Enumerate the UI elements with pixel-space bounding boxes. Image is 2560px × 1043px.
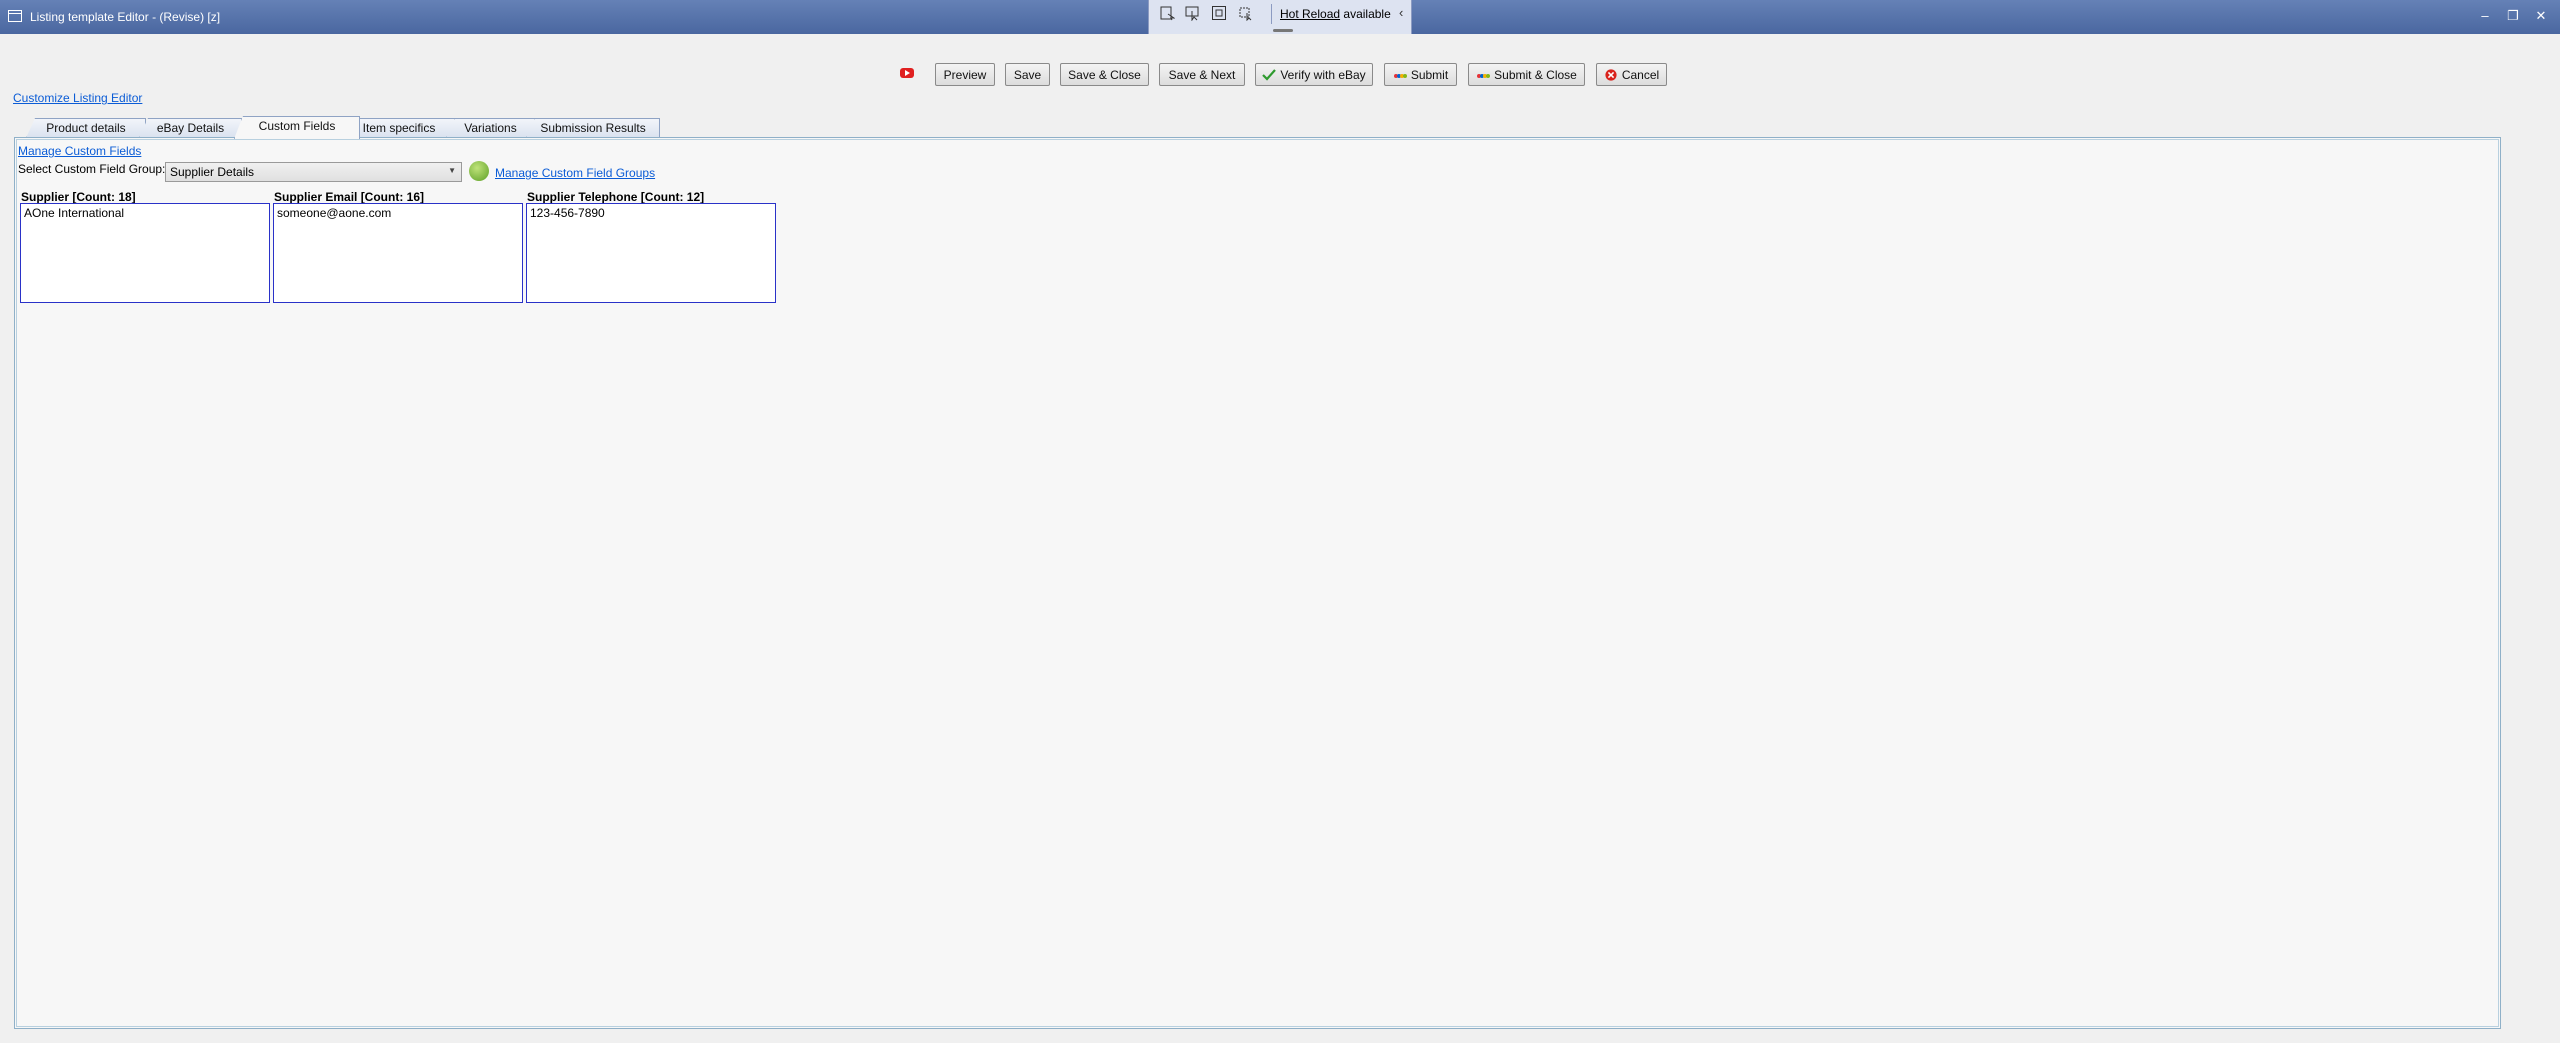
- chevron-down-icon: ▼: [448, 166, 456, 175]
- supplier-telephone-value: 123-456-7890: [530, 206, 605, 220]
- close-button[interactable]: ✕: [2532, 7, 2550, 25]
- window-icon: [8, 10, 22, 22]
- hot-reload-divider: [1271, 4, 1272, 24]
- save-next-label: Save & Next: [1168, 67, 1236, 82]
- save-next-button[interactable]: Save & Next: [1159, 63, 1245, 86]
- inspect-icon[interactable]: [1159, 5, 1175, 21]
- restore-button[interactable]: ❐: [2504, 7, 2522, 25]
- custom-field-group-select[interactable]: Supplier Details ▼: [165, 162, 462, 182]
- tab-label: Submission Results: [540, 121, 646, 135]
- supplier-email-value: someone@aone.com: [277, 206, 392, 220]
- cancel-button[interactable]: Cancel: [1596, 63, 1667, 86]
- tab-label: Variations: [464, 121, 517, 135]
- verify-label: Verify with eBay: [1280, 67, 1366, 82]
- supplier-value: AOne International: [24, 206, 125, 220]
- hot-reload-toolbar: Hot Reload available ‹: [1148, 0, 1412, 36]
- ebay-logo-icon: [1393, 73, 1407, 78]
- tab-ebay-details[interactable]: eBay Details: [139, 118, 242, 138]
- track-focus-icon[interactable]: [1237, 5, 1253, 21]
- tab-product-details[interactable]: Product details: [26, 118, 146, 138]
- tab-label: Product details: [46, 121, 126, 135]
- preview-label: Preview: [943, 67, 987, 82]
- minimize-button[interactable]: –: [2476, 7, 2494, 25]
- submit-button[interactable]: Submit: [1384, 63, 1457, 86]
- manage-custom-fields-link[interactable]: Manage Custom Fields: [18, 144, 141, 158]
- display-layout-icon[interactable]: [1211, 5, 1227, 21]
- supplier-field[interactable]: AOne International: [20, 203, 270, 303]
- checkmark-icon: [1262, 68, 1277, 81]
- supplier-email-field[interactable]: someone@aone.com: [273, 203, 523, 303]
- manage-custom-field-groups-link[interactable]: Manage Custom Field Groups: [495, 166, 655, 180]
- tab-label: Item specifics: [362, 121, 436, 135]
- submit-label: Submit: [1410, 67, 1449, 82]
- submit-close-button[interactable]: Submit & Close: [1468, 63, 1585, 86]
- save-close-button[interactable]: Save & Close: [1060, 63, 1149, 86]
- supplier-telephone-field[interactable]: 123-456-7890: [526, 203, 776, 303]
- save-close-label: Save & Close: [1068, 67, 1141, 82]
- save-button[interactable]: Save: [1005, 63, 1050, 86]
- youtube-icon[interactable]: [900, 68, 914, 78]
- supplier-label: Supplier [Count: 18]: [21, 190, 136, 204]
- tab-label: eBay Details: [156, 121, 225, 135]
- supplier-email-label: Supplier Email [Count: 16]: [274, 190, 425, 204]
- refresh-groups-icon[interactable]: [469, 161, 489, 181]
- window-title: Listing template Editor - (Revise) [z]: [30, 10, 221, 24]
- tab-variations[interactable]: Variations: [446, 118, 535, 138]
- customize-listing-editor-link[interactable]: Customize Listing Editor: [13, 91, 142, 105]
- verify-with-ebay-button[interactable]: Verify with eBay: [1255, 63, 1373, 86]
- tab-label: Custom Fields: [258, 119, 336, 133]
- cancel-label: Cancel: [1621, 67, 1660, 82]
- preview-button[interactable]: Preview: [935, 63, 995, 86]
- chevron-left-icon[interactable]: ‹: [1399, 5, 1403, 20]
- hot-reload-status-text: available: [1343, 7, 1391, 21]
- save-label: Save: [1013, 67, 1042, 82]
- hot-reload-link[interactable]: Hot Reload: [1280, 7, 1340, 21]
- select-element-icon[interactable]: [1185, 5, 1201, 21]
- cancel-icon: [1605, 68, 1617, 81]
- tab-submission-results[interactable]: Submission Results: [526, 118, 660, 138]
- submit-close-label: Submit & Close: [1494, 67, 1577, 82]
- supplier-telephone-label: Supplier Telephone [Count: 12]: [527, 190, 705, 204]
- group-select-value: Supplier Details: [170, 165, 255, 179]
- window-controls: – ❐ ✕: [2476, 7, 2550, 25]
- drag-grip[interactable]: [1273, 29, 1293, 32]
- ebay-logo-icon: [1477, 73, 1491, 78]
- tab-custom-fields[interactable]: Custom Fields: [234, 116, 360, 139]
- hot-reload-status: Hot Reload available: [1280, 7, 1391, 21]
- custom-field-group-label: Select Custom Field Group:: [18, 162, 166, 176]
